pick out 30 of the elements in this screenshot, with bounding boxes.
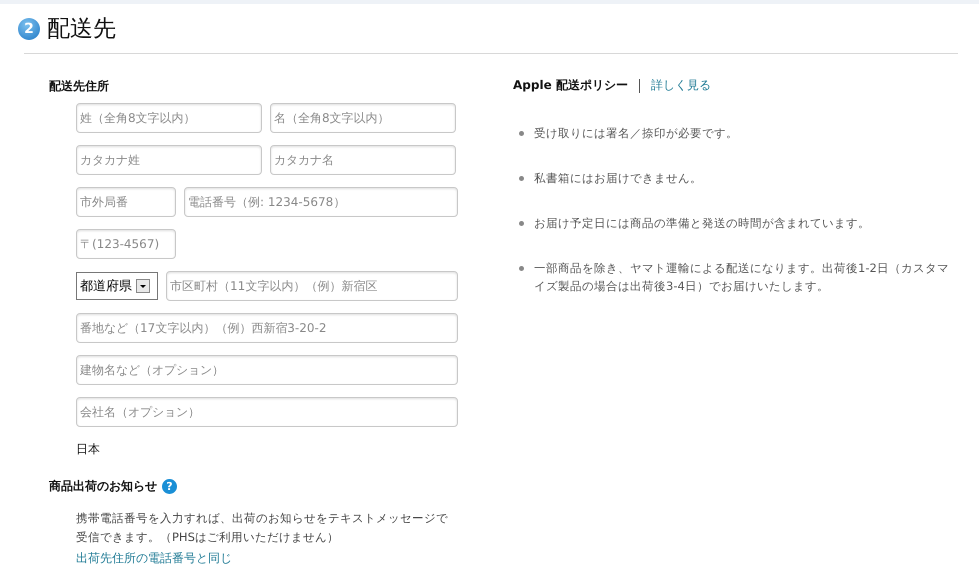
policy-item: 私書箱にはお届けできません。: [534, 170, 702, 187]
policy-item: 一部商品を除き、ヤマト運輸による配送になります。出荷後1-2日（カスタマイズ製品の場合は出荷後3-4日）でお届けいたします。: [534, 260, 950, 295]
bullet-icon: [519, 176, 524, 181]
input-field[interactable]: 姓（全角8文字以内）: [76, 103, 262, 133]
input-field[interactable]: 会社名（オプション）: [76, 397, 458, 427]
input-field[interactable]: 建物名など（オプション）: [76, 355, 458, 385]
input-field[interactable]: カタカナ名: [270, 145, 456, 175]
country-label: 日本: [75, 441, 101, 458]
prefecture-dropdown[interactable]: 都道府県: [76, 272, 158, 300]
input-field[interactable]: 市外局番: [76, 187, 176, 217]
help-icon[interactable]: ?: [162, 479, 177, 494]
input-field[interactable]: 市区町村（11文字以内）（例）新宿区: [166, 271, 458, 301]
notification-heading: 商品出荷のお知らせ: [49, 478, 157, 495]
bullet-icon: [519, 266, 524, 271]
input-field[interactable]: 名（全角8文字以内）: [270, 103, 456, 133]
bullet-icon: [519, 131, 524, 136]
input-field[interactable]: カタカナ姓: [76, 145, 262, 175]
input-field[interactable]: 〒(123-4567): [76, 229, 176, 259]
policy-item: お届け予定日には商品の準備と発送の時間が含まれています。: [534, 215, 870, 232]
notification-description: 携帯電話番号を入力すれば、出荷のお知らせをテキストメッセージで受信できます。（PHSはご利用いただけません）: [76, 510, 449, 546]
bullet-icon: [519, 221, 524, 226]
policy-item: 受け取りには署名／捺印が必要です。: [534, 125, 738, 142]
same-phone-link[interactable]: 出荷先住所の電話番号と同じ: [76, 550, 232, 567]
section-title: 配送先: [47, 15, 116, 44]
address-heading: 配送先住所: [49, 78, 110, 95]
input-field[interactable]: 電話番号（例: 1234-5678）: [184, 187, 458, 217]
policy-title: Apple 配送ポリシー: [513, 77, 628, 94]
details-link[interactable]: 詳しく見る: [650, 77, 711, 94]
input-field[interactable]: 番地など（17文字以内）（例）西新宿3-20-2: [76, 313, 458, 343]
step-number-badge: 2: [18, 18, 40, 40]
